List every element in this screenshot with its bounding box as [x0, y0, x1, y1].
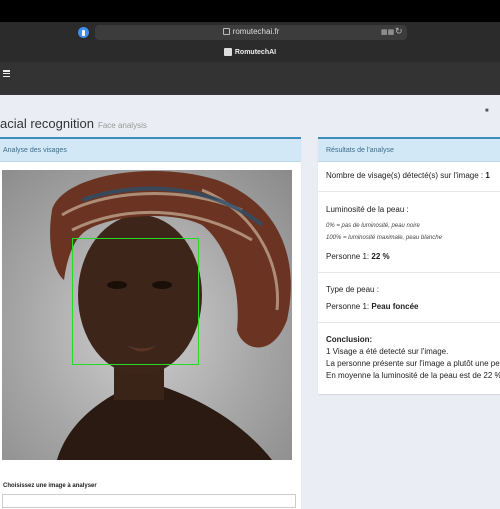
person-skin-type-line: Personne 1: Peau foncée — [326, 302, 419, 311]
page-subtitle: Face analysis — [97, 121, 147, 130]
page-title-text: acial recognition — [0, 116, 94, 131]
person-luminosity-line: Personne 1: 22 % — [326, 252, 390, 261]
person-label: Personne 1: — [326, 252, 370, 261]
site-favicon-icon — [223, 48, 232, 56]
choose-image-label: Choisissez une image à analyser — [3, 483, 97, 489]
shield-icon[interactable] — [78, 27, 89, 38]
analysis-card: Analyse des visages — [0, 137, 301, 509]
luminosity-scale-0: 0% = pas de luminosité, peau noire — [326, 223, 420, 229]
hamburger-menu-icon[interactable] — [3, 70, 10, 77]
results-card: Résultats de l'analyse Nombre de visage(… — [318, 137, 500, 394]
person-label: Personne 1: — [326, 302, 370, 311]
divider — [318, 322, 500, 323]
analysis-card-title: Analyse des visages — [0, 139, 301, 162]
site-name: RomutechAI — [234, 48, 277, 56]
luminosity-scale-100: 100% = luminosité maximale, peau blanche — [326, 235, 442, 241]
image-file-input[interactable] — [2, 494, 296, 508]
person-skin-type-value: Peau foncée — [371, 302, 419, 311]
person-luminosity-value: 22 % — [371, 252, 390, 261]
conclusion-title: Conclusion: — [326, 335, 372, 344]
divider — [318, 272, 500, 273]
faces-count-value: 1 — [485, 171, 490, 180]
face-detection-box — [72, 238, 199, 365]
faces-count-line: Nombre de visage(s) détecté(s) sur l'ima… — [326, 171, 490, 180]
site-tab[interactable]: RomutechAI — [0, 48, 500, 56]
url-text: romutechai.fr — [232, 27, 280, 36]
skin-type-title: Type de peau : — [326, 285, 379, 294]
reload-icon[interactable]: ↻ — [395, 26, 403, 37]
dashboard-icon[interactable]: ■ — [485, 108, 489, 114]
conclusion-line-1: 1 Visage a été detecté sur l'image. — [326, 347, 449, 356]
faces-count-label: Nombre de visage(s) détecté(s) sur l'ima… — [326, 171, 484, 180]
page-title: acial recognition Face analysis — [0, 116, 147, 131]
browser-top-bar — [0, 0, 500, 22]
conclusion-line-2: La personne présente sur l'image a plutô… — [326, 359, 500, 368]
conclusion-line-3: En moyenne la luminosité de la peau est … — [326, 371, 500, 380]
lock-icon — [222, 28, 230, 36]
app-header — [0, 62, 500, 95]
analyzed-face-image — [2, 170, 292, 460]
address-bar[interactable]: romutechai.fr — [95, 25, 407, 40]
results-card-title: Résultats de l'analyse — [318, 139, 500, 162]
divider — [318, 191, 500, 192]
translate-icon[interactable]: ▦▦ — [381, 28, 394, 36]
luminosity-title: Luminosité de la peau : — [326, 205, 409, 214]
conclusion-title-text: Conclusion: — [326, 335, 373, 344]
